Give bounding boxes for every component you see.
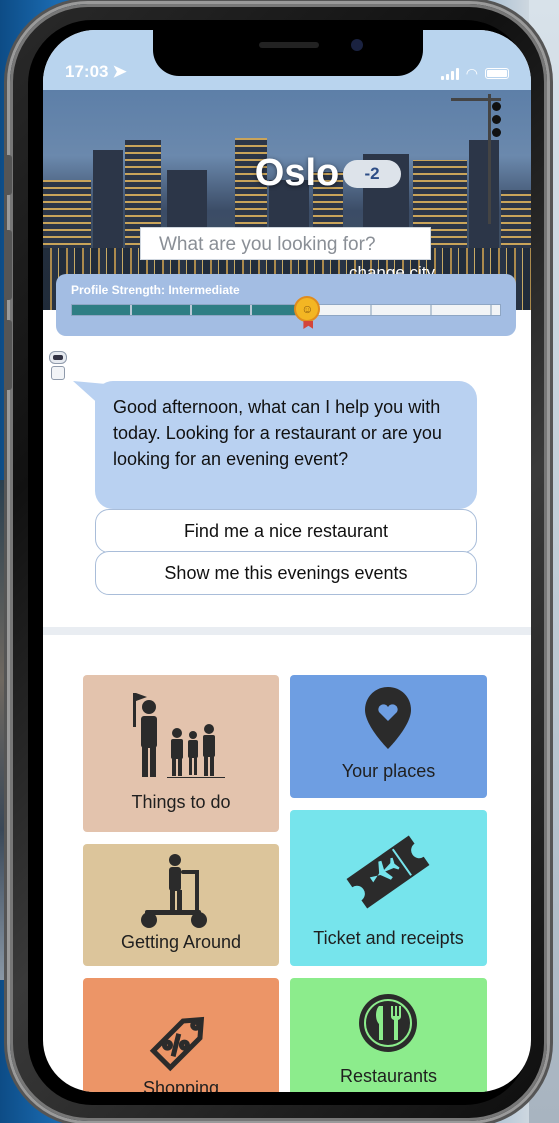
medal-badge-icon: ☺ — [294, 296, 321, 322]
percent-tag-icon — [149, 1016, 205, 1072]
tile-label: Your places — [341, 761, 436, 781]
more-menu-icon[interactable] — [492, 102, 501, 137]
tile-label: Things to do — [131, 792, 231, 812]
plane-ticket-icon — [346, 835, 430, 909]
tile-ticket-and-receipts[interactable]: Ticket and receipts — [290, 810, 487, 966]
tile-your-places[interactable]: Your places — [290, 675, 487, 798]
scooter-icon — [141, 854, 207, 928]
speaker-grille — [259, 42, 319, 48]
tile-getting-around[interactable]: Getting Around — [83, 844, 279, 966]
status-time-group: 17:03 ➤ — [65, 62, 127, 82]
tile-label: Restaurants — [339, 1066, 438, 1086]
profile-strength-label: Profile Strength: Intermediate — [71, 283, 240, 297]
phone-volume-down-button — [4, 320, 12, 390]
crane-arm — [451, 98, 501, 101]
phone-notch — [153, 30, 423, 76]
plate-cutlery-icon — [359, 994, 417, 1052]
tile-label: Getting Around — [120, 932, 242, 952]
search-input[interactable]: What are you looking for? — [140, 227, 431, 260]
robot-assistant-icon — [49, 351, 71, 387]
phone-volume-up-button — [4, 230, 12, 300]
location-arrow-icon: ➤ — [112, 62, 127, 81]
tile-restaurants[interactable]: Restaurants — [290, 978, 487, 1092]
tile-things-to-do[interactable]: Things to do — [83, 675, 279, 832]
tile-shopping[interactable]: Shopping — [83, 978, 279, 1092]
section-divider — [43, 627, 531, 635]
tile-label: Ticket and receipts — [313, 928, 464, 948]
reply-find-restaurant-button[interactable]: Find me a nice restaurant — [95, 509, 477, 553]
phone-mute-button — [4, 155, 12, 195]
assistant-message-bubble: Good afternoon, what can I help you with… — [95, 381, 477, 509]
profile-strength-card[interactable]: Profile Strength: Intermediate ☺ — [56, 274, 516, 336]
status-icons: ◠ — [440, 65, 509, 82]
map-pin-heart-icon — [365, 687, 411, 749]
cellular-signal-icon — [440, 67, 459, 80]
reply-evening-events-button[interactable]: Show me this evenings events — [95, 551, 477, 595]
weather-cloud-icon: -2 — [343, 150, 401, 188]
battery-icon — [485, 68, 509, 79]
wifi-icon: ◠ — [465, 65, 478, 81]
weather-temperature: -2 — [364, 164, 380, 183]
status-time: 17:03 — [65, 62, 109, 81]
city-title: Oslo — [254, 152, 340, 194]
app-screen: 17:03 ➤ ◠ Oslo -2 What are you looking f… — [43, 30, 531, 1092]
front-camera — [351, 39, 363, 51]
profile-strength-bar: ☺ — [71, 296, 501, 322]
tile-label: Shopping — [142, 1078, 220, 1092]
people-tour-icon — [133, 693, 225, 778]
profile-strength-segments — [72, 305, 500, 315]
